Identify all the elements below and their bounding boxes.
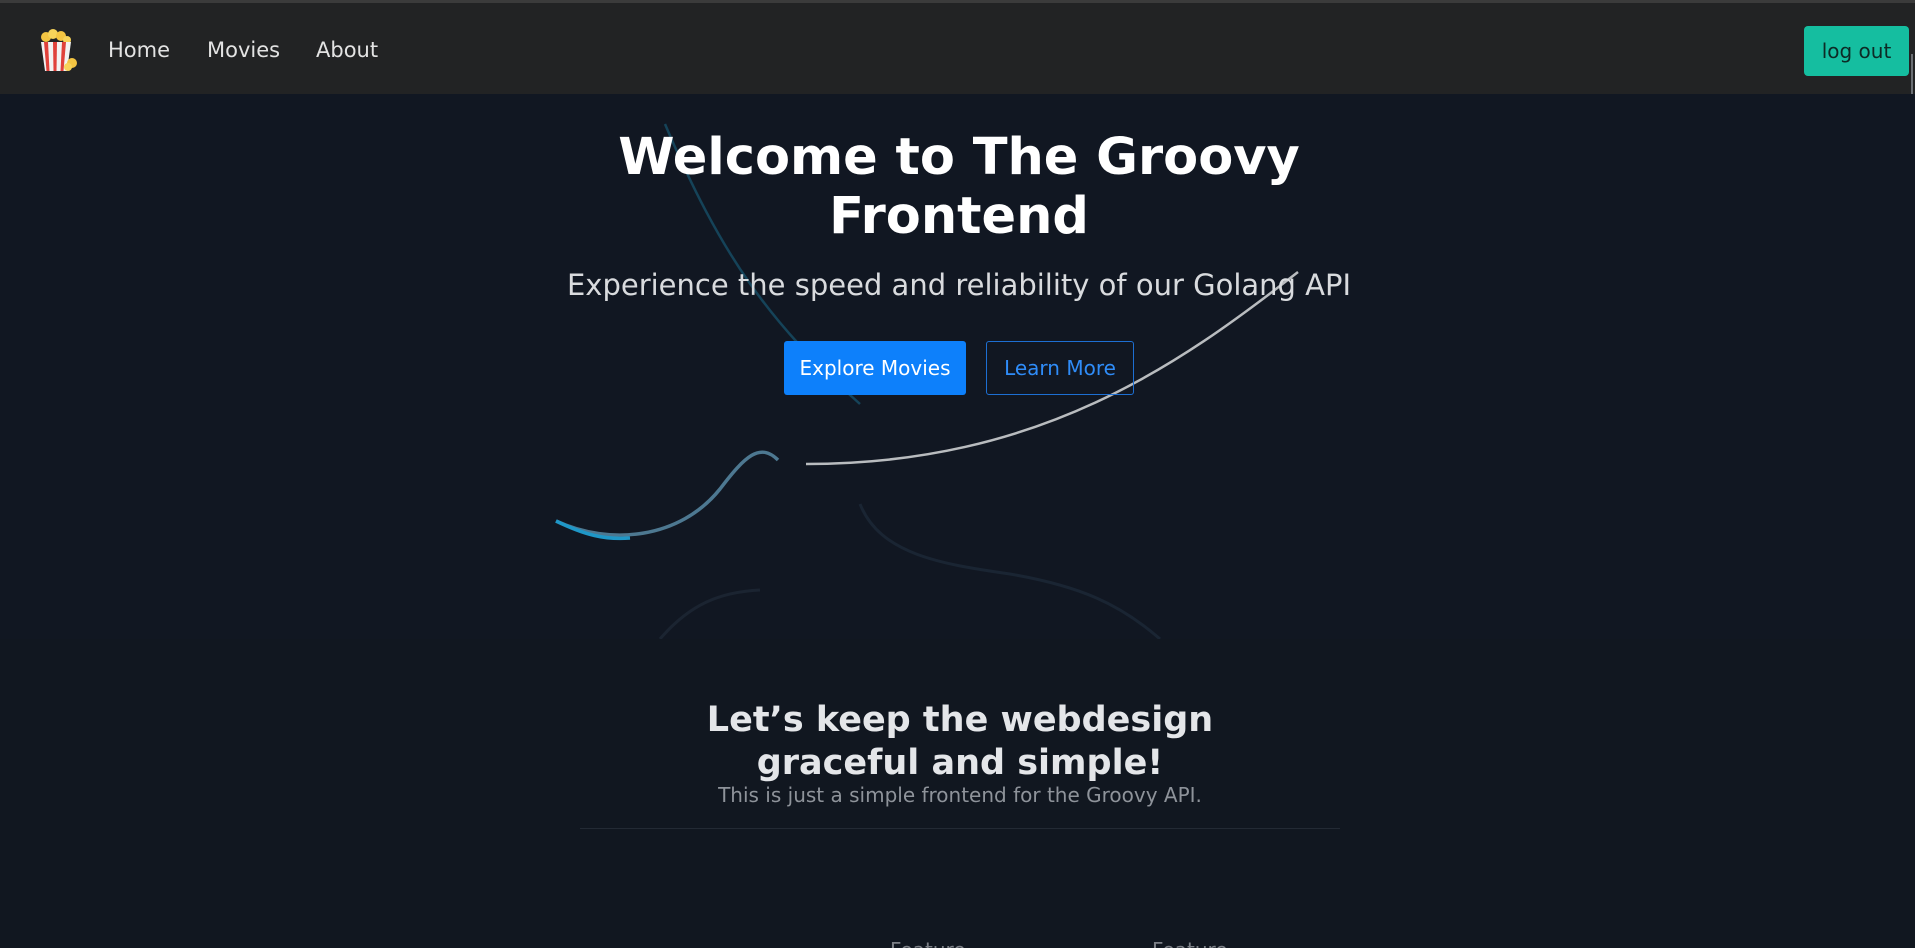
learn-more-button[interactable]: Learn More bbox=[986, 341, 1134, 395]
section-title: Let’s keep the webdesign graceful and si… bbox=[706, 700, 1214, 783]
partially-visible-heading-1: Feature bbox=[890, 938, 966, 948]
section-divider bbox=[580, 828, 1340, 829]
hero-title: Welcome to The Groovy Frontend bbox=[618, 128, 1300, 246]
explore-movies-button[interactable]: Explore Movies bbox=[784, 341, 966, 395]
popcorn-icon[interactable] bbox=[36, 29, 80, 73]
hero-subtitle: Experience the speed and reliability of … bbox=[566, 268, 1352, 302]
nav-link-movies[interactable]: Movies bbox=[207, 38, 280, 62]
nav-link-home[interactable]: Home bbox=[108, 38, 170, 62]
section-description: This is just a simple frontend for the G… bbox=[718, 783, 1202, 807]
top-navbar: Home Movies About log out bbox=[0, 0, 1915, 94]
nav-link-about[interactable]: About bbox=[316, 38, 378, 62]
partially-visible-heading-2: Feature bbox=[1152, 938, 1228, 948]
logout-button[interactable]: log out bbox=[1804, 26, 1909, 76]
